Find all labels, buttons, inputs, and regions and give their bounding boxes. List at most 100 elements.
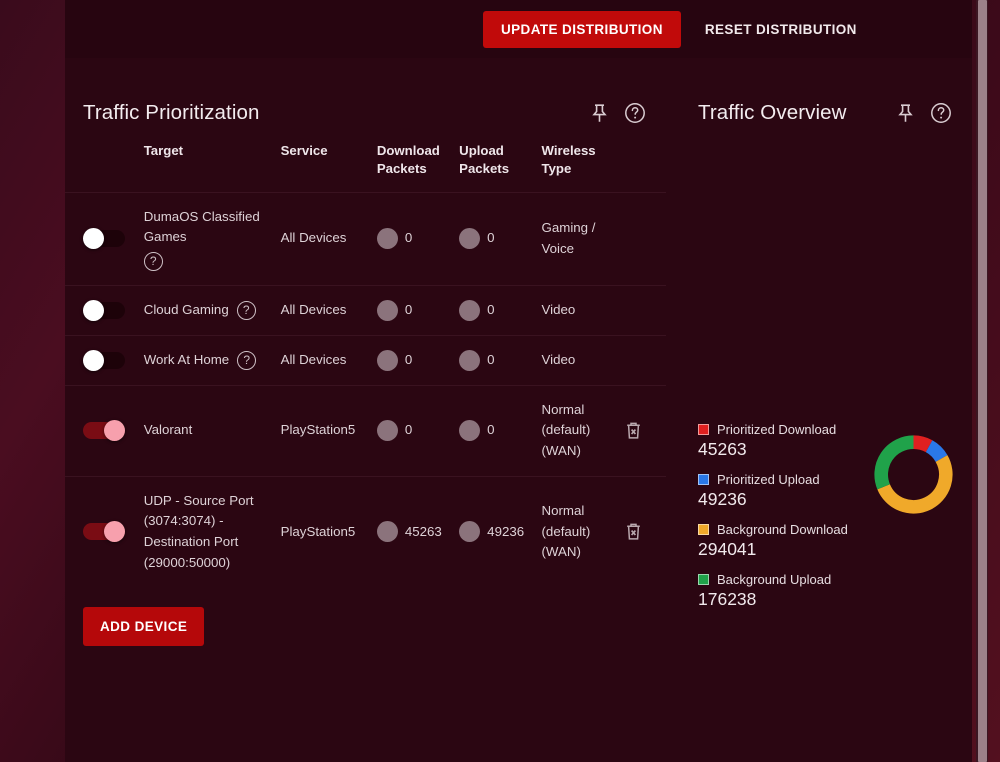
row-wireless-type-cell: Normal (default) (WAN) <box>535 384 619 477</box>
service-label: PlayStation5 <box>280 422 356 438</box>
table-header-row: Target Service Download Packets Upload P… <box>65 132 666 192</box>
upload-indicator <box>459 228 481 250</box>
row-wireless-type-cell: Video <box>535 334 619 386</box>
legend-item: Background Download 294041 <box>698 522 972 560</box>
row-wireless-type-cell: Video <box>535 284 619 336</box>
row-download-cell: 0 <box>370 334 454 386</box>
row-toggle-cell <box>65 284 138 336</box>
target-label: Cloud Gaming <box>143 302 229 318</box>
download-packets-value: 0 <box>404 352 413 368</box>
help-icon[interactable] <box>622 100 648 126</box>
pin-icon[interactable] <box>586 100 612 126</box>
pin-icon[interactable] <box>892 100 918 126</box>
row-wireless-type-cell: Normal (default) (WAN) <box>535 475 619 588</box>
help-icon[interactable]: ? <box>236 300 256 320</box>
service-label: All Devices <box>280 302 347 318</box>
upload-packets-value: 0 <box>487 352 495 368</box>
row-upload-cell: 0 <box>453 334 536 386</box>
page-scrollbar-track[interactable] <box>976 0 988 762</box>
page-viewport: UPDATE DISTRIBUTION RESET DISTRIBUTION T… <box>0 0 988 762</box>
toggle-knob <box>104 420 125 442</box>
target-label: DumaOS Classified Games <box>143 208 260 245</box>
traffic-overview-body: Prioritized Download 45263 Prioritized U… <box>680 132 972 762</box>
column-header-toggle <box>65 132 138 192</box>
legend-swatch <box>698 474 709 485</box>
traffic-overview-panel: Traffic Overview Prioritized Download 45… <box>680 76 972 762</box>
help-icon[interactable]: ? <box>143 251 163 271</box>
legend-label: Prioritized Download <box>717 422 837 437</box>
add-device-button[interactable]: ADD DEVICE <box>83 607 205 647</box>
legend-value: 294041 <box>698 539 757 559</box>
target-label: Work At Home <box>143 352 230 368</box>
wireless-type-label: Gaming / Voice <box>541 220 596 256</box>
wireless-type-label: Video <box>541 352 576 368</box>
row-delete-cell <box>618 191 666 286</box>
donut-segment <box>874 435 914 490</box>
reset-distribution-button[interactable]: RESET DISTRIBUTION <box>695 11 867 48</box>
row-wireless-type-cell: Gaming / Voice <box>535 191 619 286</box>
column-header-service: Service <box>280 143 328 158</box>
row-delete-cell[interactable] <box>618 384 666 477</box>
row-upload-cell: 49236 <box>453 475 536 588</box>
row-service-cell: All Devices <box>274 284 371 336</box>
download-indicator <box>376 521 398 543</box>
row-download-cell: 0 <box>370 284 454 336</box>
row-upload-cell: 0 <box>453 384 536 477</box>
table-row: DumaOS Classified Games ? All Devices 0 … <box>65 191 666 286</box>
update-distribution-button[interactable]: UPDATE DISTRIBUTION <box>483 10 681 48</box>
download-indicator <box>376 228 398 250</box>
column-header-delete <box>619 132 666 192</box>
row-target-cell: UDP - Source Port (3074:3074) - Destinat… <box>137 475 275 588</box>
legend-item: Background Upload 176238 <box>698 572 972 610</box>
row-toggle-cell <box>65 475 138 588</box>
row-delete-cell <box>618 334 666 386</box>
rule-toggle-0[interactable] <box>83 228 125 250</box>
traffic-prioritization-panel: Traffic Prioritization Target Service Do… <box>65 76 666 762</box>
row-service-cell: PlayStation5 <box>274 384 371 477</box>
row-upload-cell: 0 <box>453 284 536 336</box>
help-icon[interactable]: ? <box>237 350 257 370</box>
download-packets-value: 45263 <box>404 523 442 539</box>
delete-icon[interactable] <box>625 421 660 440</box>
legend-swatch <box>698 424 709 435</box>
delete-icon[interactable] <box>625 522 660 541</box>
legend-value: 176238 <box>698 589 757 609</box>
row-toggle-cell <box>65 334 138 386</box>
rule-toggle-1[interactable] <box>83 299 125 321</box>
rule-toggle-4[interactable] <box>83 521 125 543</box>
rule-toggle-2[interactable] <box>83 349 125 371</box>
donut-segment <box>877 455 953 514</box>
page-title: Traffic Prioritization <box>83 101 260 124</box>
upload-indicator <box>459 521 481 543</box>
table-header: Target Service Download Packets Upload P… <box>65 132 666 192</box>
row-service-cell: All Devices <box>274 191 371 286</box>
legend-label: Prioritized Upload <box>717 472 820 487</box>
download-packets-value: 0 <box>404 302 413 318</box>
toggle-knob <box>83 349 104 371</box>
row-target-cell: Cloud Gaming ? <box>137 284 275 336</box>
upload-indicator <box>459 299 481 321</box>
row-delete-cell[interactable] <box>618 475 666 588</box>
download-packets-value: 0 <box>404 422 413 438</box>
row-target-cell: DumaOS Classified Games ? <box>137 191 275 286</box>
legend-swatch <box>698 524 709 535</box>
service-label: All Devices <box>280 352 347 368</box>
traffic-donut-chart <box>874 435 953 514</box>
row-toggle-cell <box>65 191 138 286</box>
legend-label: Background Upload <box>717 572 832 587</box>
traffic-overview-header: Traffic Overview <box>680 76 972 132</box>
help-icon[interactable] <box>928 100 954 126</box>
rule-toggle-3[interactable] <box>83 420 125 442</box>
upload-packets-value: 49236 <box>487 523 525 539</box>
page-scrollbar-thumb[interactable] <box>978 0 987 762</box>
toggle-knob <box>83 228 104 250</box>
row-target-cell: Valorant <box>137 384 275 477</box>
row-target-cell: Work At Home ? <box>137 334 275 386</box>
column-header-download: Download Packets <box>376 143 440 176</box>
column-header-target: Target <box>143 143 184 158</box>
download-indicator <box>376 349 398 371</box>
row-service-cell: PlayStation5 <box>274 475 371 588</box>
row-service-cell: All Devices <box>274 334 371 386</box>
donut-segment <box>913 435 933 453</box>
column-header-upload: Upload Packets <box>459 143 510 176</box>
